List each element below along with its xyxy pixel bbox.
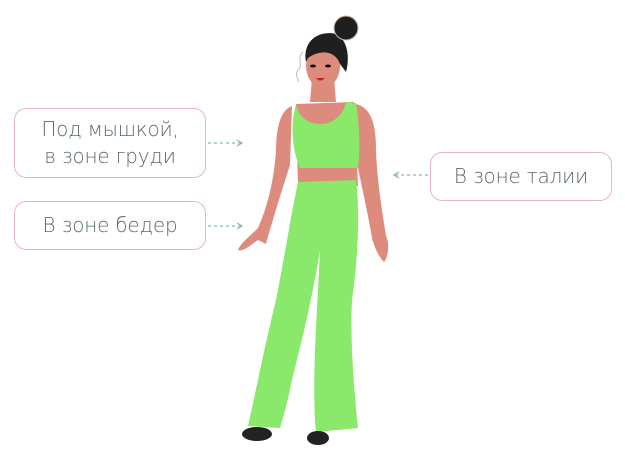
right-shoe xyxy=(307,431,329,445)
left-shoe xyxy=(242,427,272,441)
label-underarm-chest: Под мышкой, в зоне груди xyxy=(14,108,206,178)
label-waist: В зоне талии xyxy=(430,152,612,201)
eye-left xyxy=(310,64,316,68)
label-underarm-line2: в зоне груди xyxy=(44,144,176,168)
left-arm xyxy=(238,106,292,251)
label-hips: В зоне бедер xyxy=(14,201,206,250)
label-hips-text: В зоне бедер xyxy=(42,213,178,237)
right-arm xyxy=(356,104,389,262)
arrow-waist xyxy=(392,171,428,179)
label-waist-text: В зоне талии xyxy=(453,164,589,188)
arrow-hips xyxy=(208,222,244,230)
hair-bun xyxy=(333,15,359,41)
curl xyxy=(296,51,304,83)
arrow-underarm xyxy=(208,139,244,147)
label-underarm-line1: Под мышкой, xyxy=(41,117,179,141)
eye-right xyxy=(325,64,331,68)
